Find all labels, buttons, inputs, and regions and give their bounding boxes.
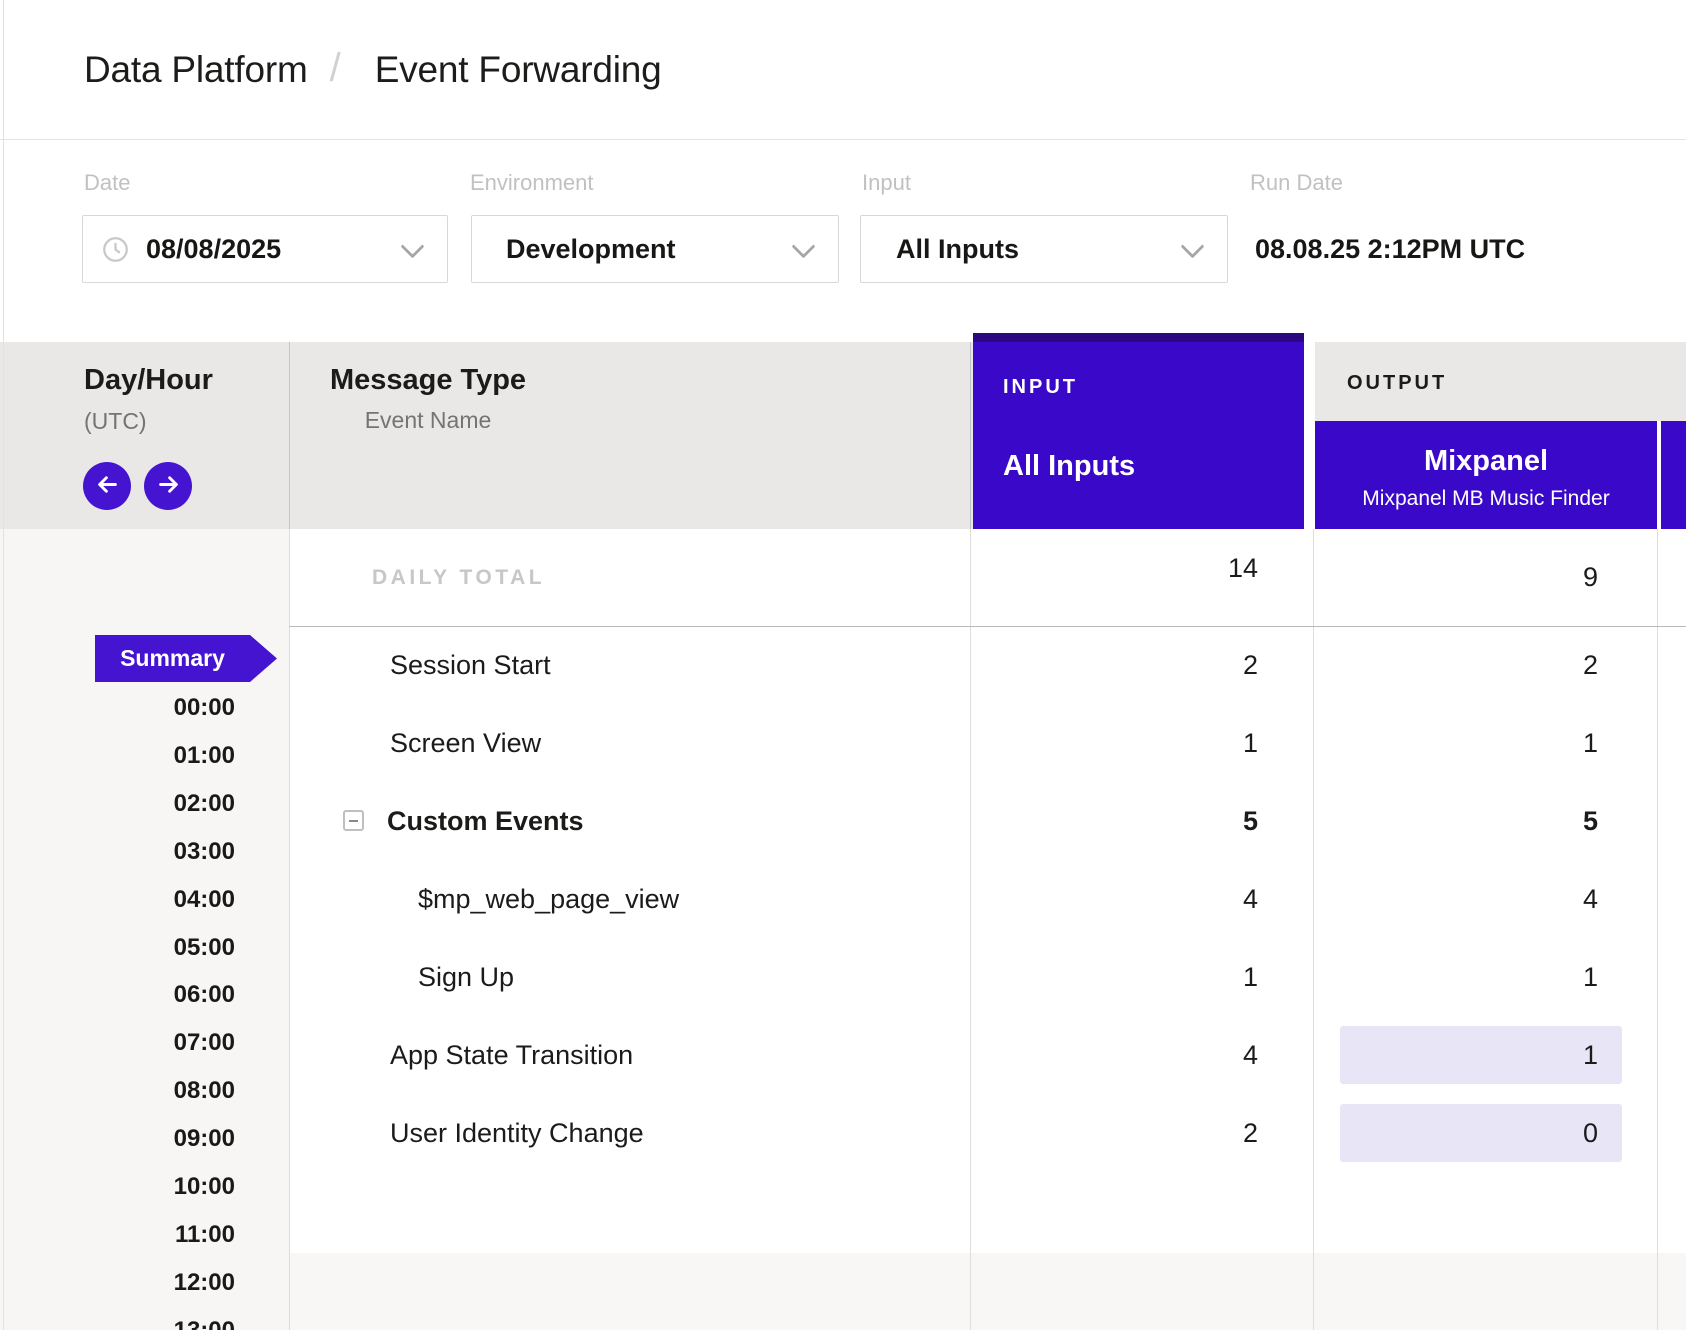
run-date-label: Run Date: [1250, 170, 1343, 196]
daily-total-label: DAILY TOTAL: [372, 529, 545, 626]
output-cell: 1: [1340, 948, 1622, 1006]
output-cell-value: 0: [1340, 1104, 1622, 1162]
top-bar: Data Platform / Event Forwarding: [0, 0, 1686, 140]
environment-value: Development: [506, 216, 676, 282]
hour-row-03[interactable]: 03:00: [0, 837, 235, 867]
hour-row-00[interactable]: 00:00: [0, 693, 235, 723]
row-label: Screen View: [390, 704, 541, 782]
chevron-down-icon: [791, 234, 815, 258]
grid-line: [970, 342, 971, 529]
message-type-title: Message Type: [318, 364, 538, 397]
row-label: $mp_web_page_view: [418, 860, 679, 938]
day-hour-title: Day/Hour: [84, 364, 213, 397]
date-label: Date: [84, 170, 130, 196]
table-row-screen-view: Screen View 1 1: [0, 704, 1686, 782]
row-label: User Identity Change: [390, 1094, 644, 1172]
page-left-border: [3, 0, 4, 1330]
input-label: Input: [862, 170, 911, 196]
chevron-down-icon: [1180, 234, 1204, 258]
breadcrumb-separator: /: [330, 46, 341, 91]
table-footer-area: [289, 1253, 1686, 1330]
input-cell: 5: [1058, 782, 1258, 860]
event-name-subtitle: Event Name: [318, 407, 538, 434]
hour-row-12[interactable]: 12:00: [0, 1268, 235, 1298]
input-select[interactable]: All Inputs: [860, 215, 1228, 283]
page-title: Event Forwarding: [375, 49, 662, 91]
row-label: Custom Events: [387, 782, 584, 860]
hour-row-07[interactable]: 07:00: [0, 1028, 235, 1058]
output-cell: 4: [1340, 870, 1622, 928]
daily-total-output-value: 9: [1340, 548, 1622, 606]
input-header-top-strip: [973, 333, 1304, 342]
chevron-down-icon: [400, 234, 424, 258]
minus-square-icon[interactable]: [343, 810, 364, 831]
filter-bar: Date Environment Input Run Date 08/08/20…: [0, 140, 1686, 342]
input-column-header: INPUT All Inputs: [973, 333, 1304, 529]
output-column-title: Mixpanel: [1315, 445, 1657, 478]
run-date-value: 08.08.25 2:12PM UTC: [1255, 215, 1525, 283]
day-hour-subtitle: (UTC): [84, 408, 147, 435]
table-row-mp-web-page-view: $mp_web_page_view 4 4: [0, 860, 1686, 938]
breadcrumb: Data Platform / Event Forwarding: [84, 0, 662, 140]
input-cell: 2: [1058, 1094, 1258, 1172]
input-cell: 1: [1058, 938, 1258, 1016]
date-select[interactable]: 08/08/2025: [82, 215, 448, 283]
output-column-header: Mixpanel Mixpanel MB Music Finder: [1315, 421, 1657, 529]
next-output-column-edge: [1661, 421, 1686, 529]
summary-tab[interactable]: Summary: [95, 635, 277, 682]
previous-day-button[interactable]: [83, 462, 131, 510]
arrow-left-icon: [94, 471, 121, 501]
next-day-button[interactable]: [144, 462, 192, 510]
grid-line: [289, 342, 290, 529]
column-gap: [1304, 333, 1315, 529]
hour-row-01[interactable]: 01:00: [0, 741, 235, 771]
message-type-header: Message Type Event Name: [318, 364, 538, 434]
arrow-right-icon: [155, 471, 182, 501]
table-row-sign-up: Sign Up 1 1: [0, 938, 1686, 1016]
hour-row-13[interactable]: 13:00: [0, 1316, 235, 1330]
output-column-subtitle: Mixpanel MB Music Finder: [1315, 487, 1657, 511]
table-row-user-identity-change: User Identity Change 2 0: [0, 1094, 1686, 1172]
table-row-app-state-transition: App State Transition 4 1: [0, 1016, 1686, 1094]
output-cell: 2: [1340, 636, 1622, 694]
hour-row-09[interactable]: 09:00: [0, 1124, 235, 1154]
input-cell: 2: [1058, 626, 1258, 704]
clock-icon: [102, 236, 129, 268]
output-cell: 1: [1340, 714, 1622, 772]
highlighted-output-cell: 1: [1340, 1026, 1622, 1084]
breadcrumb-section[interactable]: Data Platform: [84, 49, 308, 91]
environment-label: Environment: [470, 170, 594, 196]
date-value: 08/08/2025: [146, 216, 281, 282]
table-row-custom-events: Custom Events 5 5: [0, 782, 1686, 860]
input-value: All Inputs: [896, 216, 1019, 282]
environment-select[interactable]: Development: [471, 215, 839, 283]
highlighted-output-cell: 0: [1340, 1104, 1622, 1162]
hour-row-05[interactable]: 05:00: [0, 933, 235, 963]
daily-total-input-value: 14: [1058, 529, 1258, 607]
hour-row-04[interactable]: 04:00: [0, 885, 235, 915]
hour-row-10[interactable]: 10:00: [0, 1172, 235, 1202]
minus-glyph: [349, 820, 358, 822]
hour-row-11[interactable]: 11:00: [0, 1220, 235, 1250]
input-cell: 4: [1058, 1016, 1258, 1094]
hour-row-06[interactable]: 06:00: [0, 980, 235, 1010]
input-eyebrow: INPUT: [1003, 376, 1078, 399]
row-label: App State Transition: [390, 1016, 633, 1094]
row-label: Session Start: [390, 626, 551, 704]
output-cell-value: 1: [1340, 1026, 1622, 1084]
hour-row-08[interactable]: 08:00: [0, 1076, 235, 1106]
output-eyebrow: OUTPUT: [1347, 372, 1447, 395]
row-label: Sign Up: [418, 938, 514, 1016]
hour-row-02[interactable]: 02:00: [0, 789, 235, 819]
input-cell: 4: [1058, 860, 1258, 938]
input-cell: 1: [1058, 704, 1258, 782]
output-cell: 5: [1340, 792, 1622, 850]
daily-total-row: DAILY TOTAL 14 9: [0, 529, 1686, 626]
summary-tab-label: Summary: [95, 635, 250, 682]
event-forwarding-page: Data Platform / Event Forwarding Date En…: [0, 0, 1686, 1330]
input-column-title: All Inputs: [1003, 450, 1135, 483]
